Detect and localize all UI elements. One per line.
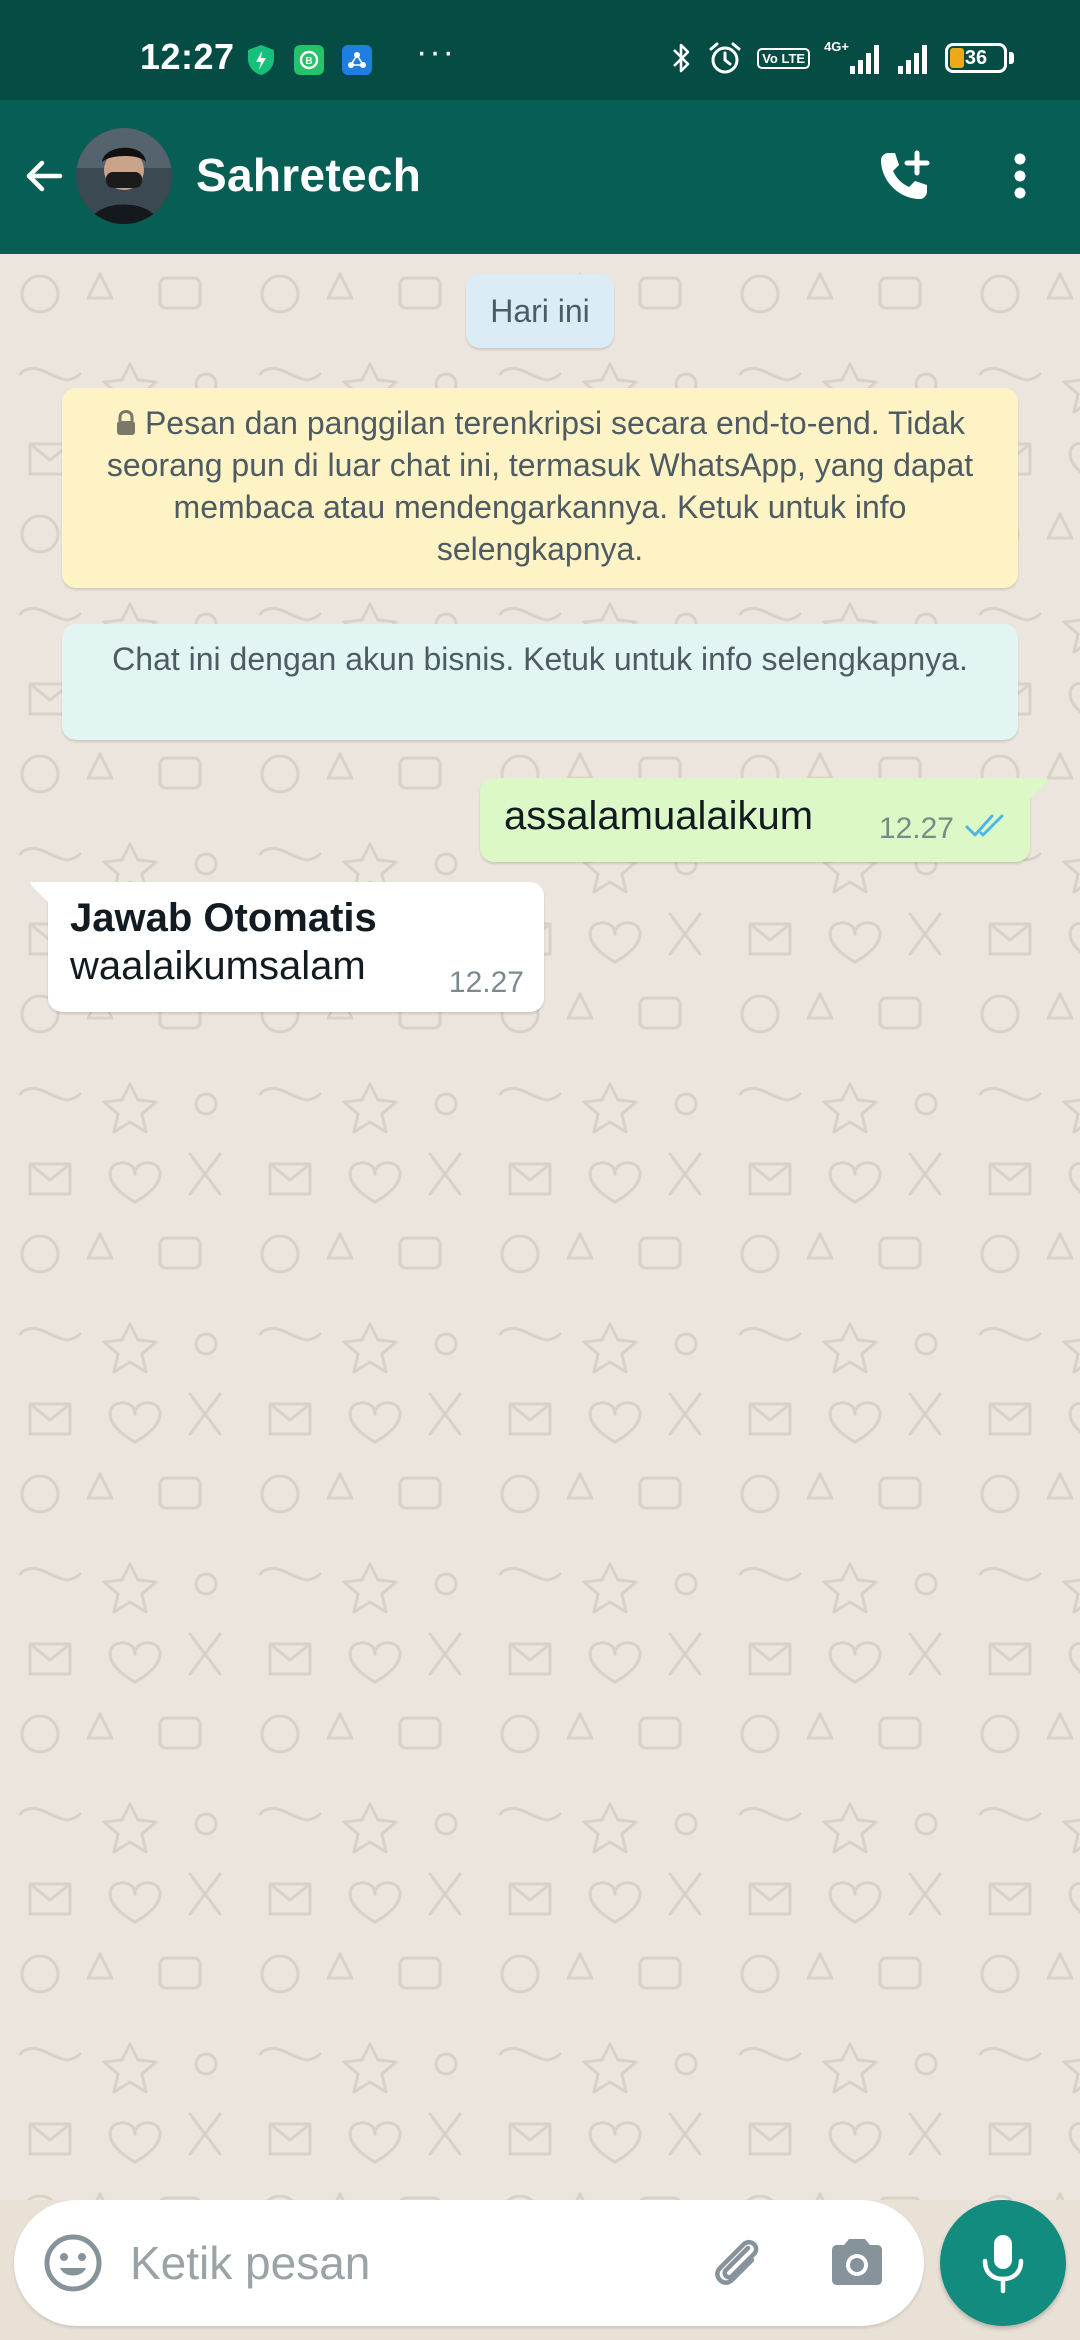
svg-text:B: B	[305, 56, 312, 67]
more-notifications-icon: ···	[416, 33, 456, 71]
volte-badge: Vo LTE	[757, 47, 811, 69]
auto-reply-title: Jawab Otomatis	[70, 896, 377, 940]
message-composer	[14, 2200, 924, 2326]
battery-level: 36	[964, 46, 988, 69]
camera-icon	[832, 2239, 882, 2285]
whatsapp-business-icon: B	[294, 45, 324, 75]
business-notice[interactable]: Chat ini dengan akun bisnis. Ketuk untuk…	[62, 624, 1018, 740]
add-call-button[interactable]	[872, 144, 936, 208]
status-bar: 12:27 B ··· Vo LTE 4G+ 36	[0, 0, 1080, 100]
message-outgoing[interactable]: assalamualaikum 12.27	[480, 778, 1048, 862]
back-arrow-icon	[26, 160, 63, 192]
bubble-tail	[30, 882, 50, 904]
alarm-icon	[709, 42, 741, 74]
message-text: assalamualaikum	[504, 794, 814, 838]
encryption-notice-text: Pesan dan panggilan terenkripsi secara e…	[106, 405, 974, 567]
chat-area[interactable]: Hari ini Pesan dan panggilan terenkripsi…	[0, 254, 1080, 2200]
contact-avatar[interactable]	[76, 128, 172, 224]
encryption-notice[interactable]: Pesan dan panggilan terenkripsi secara e…	[62, 388, 1018, 588]
system-icons: Vo LTE 4G+ 36	[671, 38, 1014, 76]
message-text: waalaikumsalam	[70, 944, 366, 988]
more-vert-icon	[1014, 153, 1026, 199]
sync-app-icon	[342, 45, 372, 75]
battery-icon: 36	[945, 43, 1014, 73]
bluetooth-icon	[673, 43, 690, 73]
add-call-icon	[881, 150, 930, 199]
double-check-icon	[965, 814, 1004, 837]
notification-icons: B ···	[246, 35, 456, 76]
message-time: 12.27	[878, 812, 954, 845]
lock-icon	[116, 410, 135, 435]
back-button[interactable]	[16, 148, 72, 204]
bubble-tail	[1028, 778, 1048, 800]
shield-bolt-icon	[248, 45, 274, 75]
microphone-icon	[982, 2235, 1024, 2294]
chat-header: Sahretech	[0, 100, 1080, 254]
contact-name[interactable]: Sahretech	[196, 148, 421, 202]
more-options-button[interactable]	[1000, 144, 1040, 208]
message-input[interactable]	[130, 2228, 680, 2298]
voice-message-button[interactable]	[940, 2200, 1066, 2326]
message-incoming[interactable]: Jawab Otomatis waalaikumsalam 12.27	[30, 882, 544, 1012]
signal-icon	[898, 45, 927, 74]
status-time: 12:27	[140, 36, 235, 77]
emoji-button[interactable]	[40, 2230, 106, 2296]
signal-icon	[850, 45, 879, 74]
emoji-icon	[44, 2234, 102, 2292]
attach-button[interactable]	[704, 2230, 770, 2296]
message-time: 12.27	[448, 966, 524, 999]
network-type: 4G+	[824, 38, 849, 54]
paperclip-icon	[715, 2239, 759, 2285]
camera-button[interactable]	[824, 2230, 890, 2296]
date-chip: Hari ini	[466, 274, 614, 348]
